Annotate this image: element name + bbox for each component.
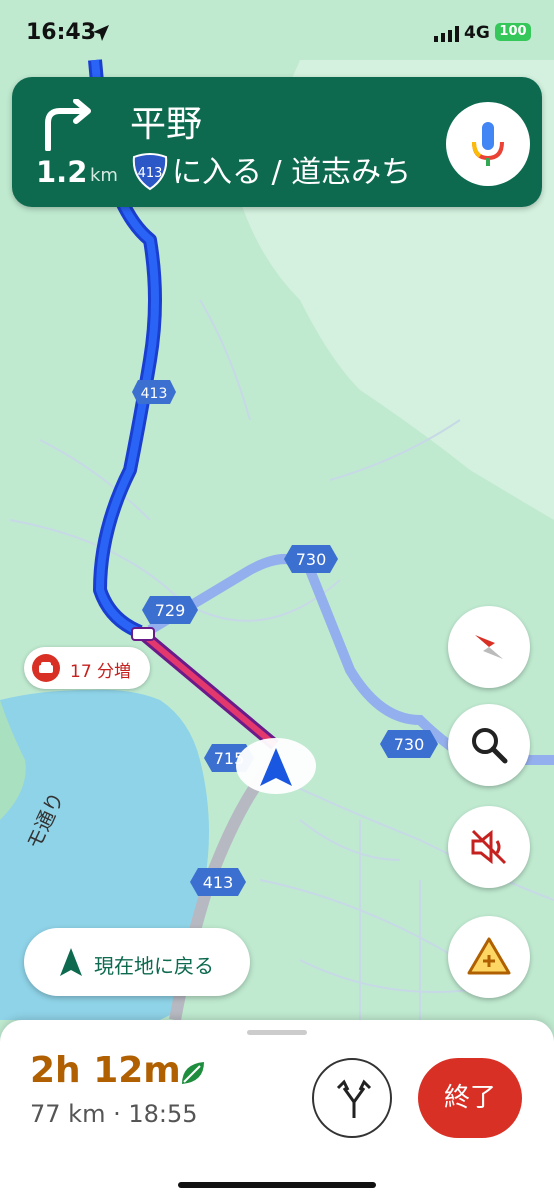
route-shield-730-lower: 730: [380, 730, 438, 758]
next-street-name: 平野: [130, 104, 203, 145]
mute-button[interactable]: [448, 806, 530, 888]
trip-duration: 2h 12m: [30, 1050, 181, 1091]
search-button[interactable]: [448, 704, 530, 786]
report-incident-button[interactable]: [448, 916, 530, 998]
route-shield-413-bottom: 413: [190, 868, 246, 896]
status-bar: 16:43 4G 100: [0, 0, 554, 64]
voice-search-button[interactable]: [446, 102, 530, 186]
turn-right-icon: [45, 99, 91, 151]
battery-indicator: 100: [495, 23, 531, 41]
route-shield-icon: 413: [132, 153, 168, 191]
svg-text:413: 413: [203, 873, 234, 892]
traffic-delay-chip[interactable]: 17 分増: [24, 647, 150, 689]
navigation-instruction-card[interactable]: 1.2 km 平野 413 に入る / 道志みち: [12, 77, 542, 207]
microphone-icon: [472, 122, 504, 166]
alternate-routes-button[interactable]: [312, 1058, 392, 1138]
route-shield-730-upper: 730: [284, 545, 338, 573]
turn-marker-icon: [131, 627, 155, 641]
signal-bars-icon: [434, 26, 459, 42]
recenter-label: 現在地に戻る: [94, 954, 214, 978]
search-icon: [472, 728, 508, 764]
svg-text:413: 413: [138, 166, 163, 181]
location-arrow-icon: [93, 25, 109, 41]
route-split-icon: [336, 1079, 372, 1118]
sheet-drag-handle[interactable]: [247, 1030, 307, 1035]
compass-button[interactable]: [448, 606, 530, 688]
trip-summary-sheet[interactable]: 2h 12m 77 km · 18:55 終了: [0, 1020, 554, 1200]
trip-distance-arrival: 77 km · 18:55: [30, 1100, 198, 1128]
route-shield-729: 729: [142, 596, 198, 624]
eco-leaf-icon: [182, 1062, 204, 1084]
svg-text:729: 729: [155, 601, 186, 620]
network-type: 4G: [464, 23, 490, 43]
traffic-car-icon: [32, 654, 60, 682]
traffic-delay-label: 17 分増: [70, 662, 132, 682]
status-time: 16:43: [26, 20, 97, 45]
home-indicator[interactable]: [178, 1182, 376, 1188]
recenter-button[interactable]: 現在地に戻る: [24, 928, 250, 996]
current-location-icon: [236, 738, 316, 794]
compass-icon: [475, 635, 503, 659]
svg-text:730: 730: [296, 550, 327, 569]
end-navigation-button[interactable]: 終了: [418, 1058, 522, 1138]
distance-value: 1.2: [36, 155, 88, 189]
mute-icon: [471, 829, 507, 865]
distance-unit: km: [90, 165, 118, 186]
svg-text:730: 730: [394, 735, 425, 754]
navigation-arrow-icon: [60, 948, 82, 976]
report-incident-icon: [467, 937, 511, 975]
instruction-text: に入る / 道志みち: [172, 155, 412, 190]
svg-text:413: 413: [141, 386, 168, 402]
route-shield-413-top: 413: [132, 380, 176, 404]
